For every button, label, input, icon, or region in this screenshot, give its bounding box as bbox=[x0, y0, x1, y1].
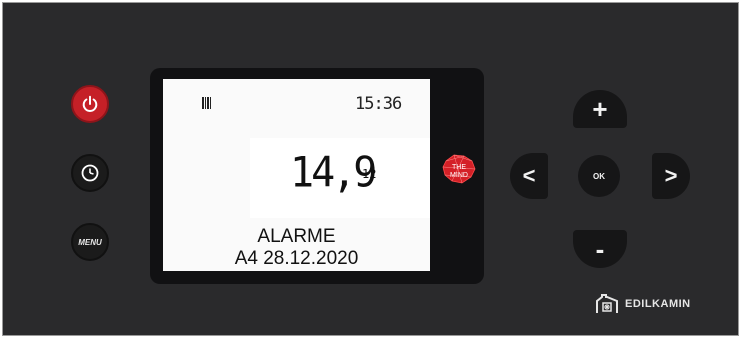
power-button[interactable] bbox=[71, 85, 109, 123]
the-mind-logo: THE MIND bbox=[442, 154, 476, 184]
ok-button[interactable]: OK bbox=[578, 155, 620, 197]
mind-text-2: MIND bbox=[450, 172, 468, 179]
mind-text-1: THE bbox=[452, 164, 466, 171]
left-button[interactable]: < bbox=[510, 153, 548, 199]
clock-readout: 15:36 bbox=[355, 94, 402, 114]
menu-button[interactable]: MENU bbox=[71, 223, 109, 261]
edilkamin-logo-icon bbox=[596, 294, 618, 313]
power-icon bbox=[82, 95, 98, 112]
clock-icon bbox=[81, 164, 99, 182]
brand-logo: EDILKAMIN bbox=[595, 292, 691, 316]
alarm-title: ALARME bbox=[257, 226, 336, 247]
brand-text: EDILKAMIN bbox=[625, 298, 691, 310]
clock-button[interactable] bbox=[71, 154, 109, 192]
flame-bars-icon bbox=[202, 97, 211, 109]
alarm-detail: A4 28.12.2020 bbox=[234, 248, 359, 269]
setpoint-value: 12 bbox=[362, 167, 377, 181]
